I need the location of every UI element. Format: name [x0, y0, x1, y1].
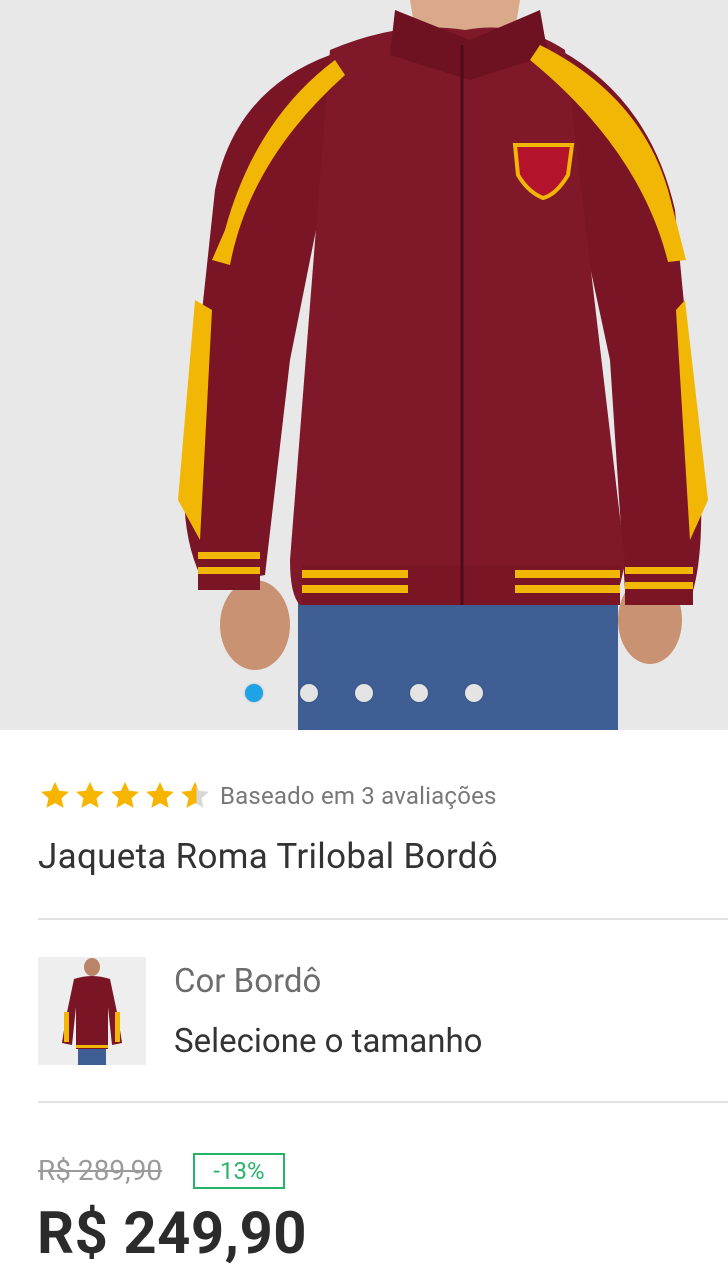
star-half-icon: [181, 781, 209, 808]
star-icon: [76, 781, 104, 808]
image-carousel-dots: [0, 684, 728, 706]
product-image[interactable]: [0, 0, 728, 730]
variant-thumbnail[interactable]: [38, 957, 146, 1065]
star-icon: [111, 781, 139, 808]
carousel-dot[interactable]: [300, 684, 318, 702]
carousel-dot[interactable]: [465, 684, 483, 702]
carousel-dot[interactable]: [410, 684, 428, 702]
star-icon: [146, 781, 174, 808]
discount-badge: -13%: [193, 1153, 285, 1189]
divider: [38, 1101, 728, 1103]
old-price: R$ 289,90: [38, 1154, 163, 1187]
rating-stars: [38, 779, 212, 813]
product-title: Jaqueta Roma Trilobal Bordô: [38, 836, 498, 877]
carousel-dot[interactable]: [355, 684, 373, 702]
carousel-dot[interactable]: [245, 684, 263, 702]
rating-count-text: Baseado em 3 avaliações: [220, 782, 497, 810]
star-icon: [41, 781, 69, 808]
size-selector[interactable]: Selecione o tamanho: [174, 1022, 483, 1061]
jacket-thumbnail-image: [38, 957, 146, 1065]
divider: [38, 918, 728, 920]
product-rating[interactable]: Baseado em 3 avaliações: [38, 778, 497, 814]
color-label: Cor Bordô: [174, 962, 322, 1001]
current-price: R$ 249,90: [37, 1200, 308, 1268]
jacket-illustration: [0, 0, 728, 730]
